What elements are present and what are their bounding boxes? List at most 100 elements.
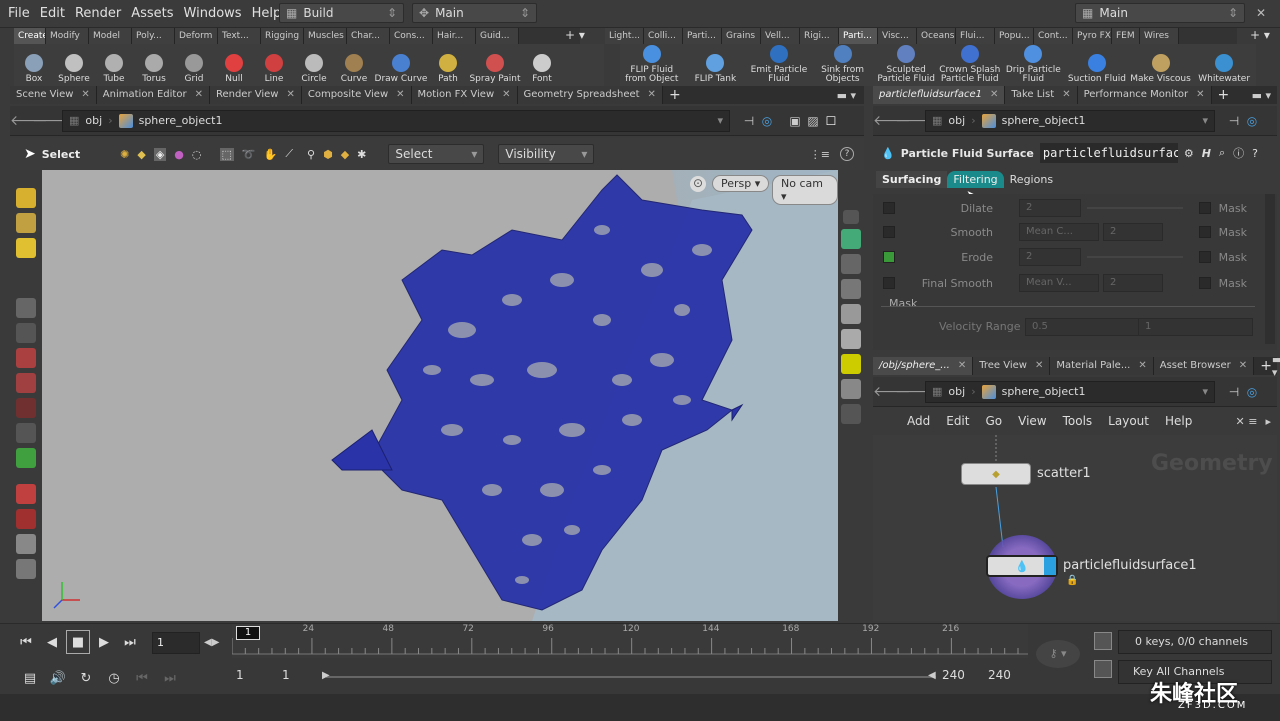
param-method-dropdown[interactable]: Mean C... <box>1019 223 1099 241</box>
shelf-tool[interactable]: Draw Curve <box>374 44 428 86</box>
chevron-down-icon[interactable]: ▾ <box>1202 114 1208 127</box>
back-arrow-icon[interactable]: 🡐 <box>873 112 911 129</box>
close-icon[interactable]: ✕ <box>396 86 404 104</box>
back-arrow-icon[interactable]: 🡐 <box>873 383 911 400</box>
lasso-icon[interactable]: ➰ <box>242 148 256 161</box>
light-icon[interactable] <box>841 329 861 349</box>
range-right-handle[interactable]: ◀ <box>928 670 936 681</box>
shelf-tab[interactable]: Modify <box>46 28 89 44</box>
path-network[interactable]: obj <box>948 385 965 398</box>
scatter-node[interactable]: ◆ <box>961 463 1031 485</box>
param-checkbox[interactable] <box>883 251 895 263</box>
shelf-tool[interactable]: Sphere <box>54 44 94 86</box>
forward-arrow-icon[interactable]: 🡒 <box>32 112 70 129</box>
shelf-tab[interactable]: Poly... <box>132 28 175 44</box>
shelf-tab[interactable]: Hair... <box>433 28 476 44</box>
close-icon[interactable]: ✕ <box>1196 86 1204 104</box>
param-value-field[interactable]: 2 <box>1019 248 1081 266</box>
pin-icon[interactable]: ⊣ <box>1225 112 1243 130</box>
shelf-tool[interactable]: FLIP Fluid from Object <box>620 44 684 86</box>
shelf-tab[interactable]: Pyro FX <box>1073 28 1112 44</box>
maximize-icon[interactable]: ▬ ▾ <box>1252 89 1271 102</box>
next-key-icon[interactable]: ⏭ <box>158 666 182 690</box>
param-slider[interactable] <box>1087 256 1183 258</box>
path-node[interactable]: sphere_object1 <box>139 114 223 127</box>
close-icon[interactable]: ✕ <box>286 86 294 104</box>
close-icon[interactable]: ✕ <box>1062 86 1070 104</box>
shelf-tool[interactable]: Sculpted Particle Fluid <box>874 44 938 86</box>
lock-view-icon[interactable]: ⊙ <box>690 176 706 192</box>
tab-filtering[interactable]: Filtering <box>947 170 1004 188</box>
desktop-dropdown[interactable]: ▦ Build ⇕ <box>279 3 404 23</box>
network-menu-item[interactable]: Layout <box>1108 414 1149 428</box>
shelf-tab[interactable]: Oceans <box>917 28 956 44</box>
shelf-tool[interactable]: Box <box>14 44 54 86</box>
path-network[interactable]: obj <box>948 114 965 127</box>
options-icon[interactable]: ⋮≡ <box>810 148 830 161</box>
close-icon[interactable]: ✕ <box>958 357 966 375</box>
shelf-tool[interactable]: Emit Particle Fluid <box>747 44 811 86</box>
shelf-tool[interactable]: Make Viscous <box>1129 44 1193 86</box>
shelf-tab[interactable]: Rigging <box>261 28 304 44</box>
range-slider[interactable] <box>326 676 936 678</box>
key-channels-icon[interactable] <box>1094 660 1112 678</box>
forward-arrow-icon[interactable]: 🡒 <box>895 112 933 129</box>
node-name-field[interactable]: particlefluidsurfac <box>1039 143 1178 163</box>
current-frame-marker[interactable]: 1 <box>236 626 260 640</box>
wireframe-icon[interactable] <box>841 304 861 324</box>
shelf-tab[interactable]: Create <box>14 28 46 44</box>
maximize-icon[interactable]: ▬ ▾ <box>837 89 856 102</box>
network-menu-item[interactable]: Go <box>985 414 1002 428</box>
pane-tab[interactable]: Asset Browser ✕ <box>1153 357 1255 375</box>
shelf-tool[interactable]: Crown Splash Particle Fluid <box>938 44 1002 86</box>
select-mode-dropdown[interactable]: Select ▾ <box>388 144 485 164</box>
shelf-tool[interactable]: Circle <box>294 44 334 86</box>
link-icon[interactable]: ◎ <box>1243 112 1261 130</box>
param-value-field[interactable]: 2 <box>1019 199 1081 217</box>
add-shelf-icon[interactable]: + ▾ <box>555 28 595 44</box>
velocity-min-field[interactable]: 0.5 <box>1025 318 1140 336</box>
gear-icon[interactable]: ⚙ <box>1184 147 1194 160</box>
pane-tab[interactable]: Performance Monitor ✕ <box>1077 86 1212 104</box>
bulb-icon[interactable] <box>841 354 861 374</box>
network-menu-item[interactable]: Add <box>907 414 930 428</box>
cube-icon[interactable]: ▣ <box>786 112 804 130</box>
pose-icon[interactable] <box>16 238 36 258</box>
shelf-tab[interactable]: Visc... <box>878 28 917 44</box>
realtime-icon[interactable]: ▤ <box>18 666 42 690</box>
snapshot-icon[interactable] <box>841 404 861 424</box>
network-menu-item[interactable]: View <box>1018 414 1046 428</box>
param-checkbox[interactable] <box>883 226 895 238</box>
menu-windows[interactable]: Windows <box>184 6 242 21</box>
start-frame-field[interactable]: 1 <box>236 668 244 682</box>
select-geo-icon[interactable]: ◆ <box>137 148 145 161</box>
snap-icon[interactable] <box>16 423 36 443</box>
shelf-tab[interactable]: Grains <box>722 28 761 44</box>
square-icon[interactable]: ☐ <box>822 112 840 130</box>
back-arrow-icon[interactable]: 🡐 <box>10 112 48 129</box>
camera-persp-button[interactable]: Persp ▾ <box>712 175 770 192</box>
shelf-tab[interactable]: Flui... <box>956 28 995 44</box>
laser-icon[interactable]: ⟋ <box>285 147 293 161</box>
param-value-field[interactable]: 2 <box>1103 223 1163 241</box>
pane-tab[interactable]: Composite View ✕ <box>301 86 412 104</box>
mask-checkbox[interactable] <box>1199 251 1211 263</box>
shelf-tool[interactable]: Suction Fluid <box>1065 44 1129 86</box>
shelf-tab[interactable]: Deform <box>175 28 218 44</box>
scale-tool-icon[interactable] <box>16 398 36 418</box>
mask-checkbox[interactable] <box>1199 226 1211 238</box>
close-icon[interactable]: ✕ <box>990 86 998 104</box>
pane-tab[interactable]: Render View ✕ <box>209 86 302 104</box>
shelf-tab[interactable]: Guid... <box>476 28 519 44</box>
box-select-icon[interactable]: ⬚ <box>219 147 234 161</box>
param-value-field[interactable]: 2 <box>1103 274 1163 292</box>
view-icon[interactable] <box>16 534 36 554</box>
right-context-dropdown[interactable]: ▦ Main ⇕ <box>1075 3 1245 23</box>
shelf-tab[interactable]: Char... <box>347 28 390 44</box>
end-frame-field[interactable]: 240 <box>988 668 1011 682</box>
close-icon[interactable]: ✕ <box>502 86 510 104</box>
shelf-tab[interactable]: FEM <box>1112 28 1140 44</box>
param-slider[interactable] <box>1087 207 1183 209</box>
rotate-tool-icon[interactable] <box>16 373 36 393</box>
close-icon[interactable]: ✕ <box>195 86 203 104</box>
